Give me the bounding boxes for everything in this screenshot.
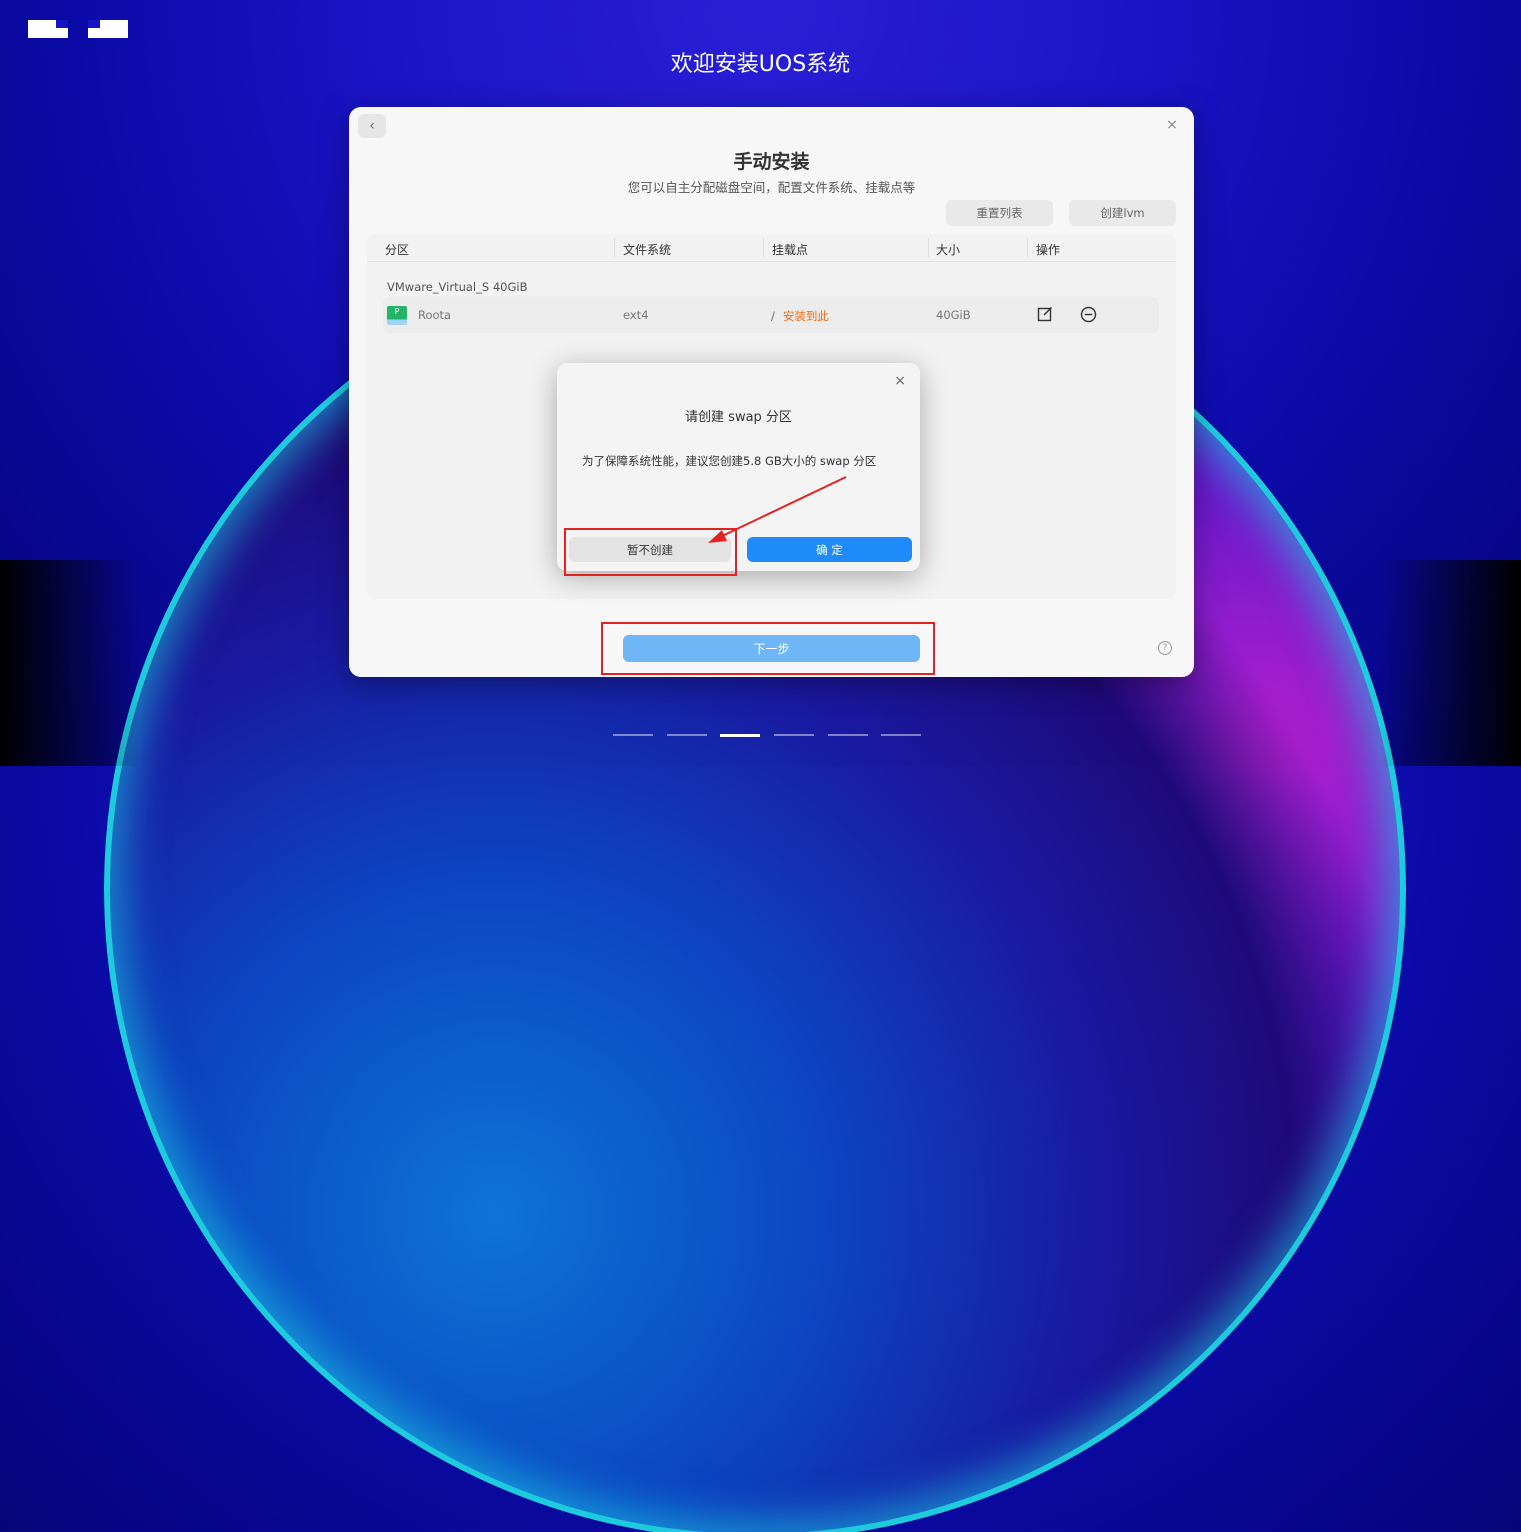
progress-step-current: [720, 734, 760, 737]
column-divider: [1027, 238, 1028, 257]
dialog-title: 请创建 swap 分区: [685, 410, 792, 425]
column-divider: [928, 238, 929, 257]
page-subtitle: 您可以自主分配磁盘空间，配置文件系统、挂载点等: [627, 180, 916, 195]
edit-icon[interactable]: [1037, 306, 1053, 322]
close-button[interactable]: ×: [1162, 115, 1182, 135]
progress-step: [774, 734, 814, 736]
dialog-message: 为了保障系统性能，建议您创建5.8 GB大小的 swap 分区: [582, 454, 877, 468]
page-title: 手动安装: [733, 151, 810, 173]
background-shade-left: [0, 560, 140, 766]
partition-icon: P: [387, 306, 407, 325]
progress-step: [881, 734, 921, 736]
logo-block-left: [28, 20, 68, 38]
uos-logo: [28, 20, 128, 38]
help-icon[interactable]: ?: [1158, 641, 1172, 655]
progress-indicator: [613, 734, 923, 737]
close-icon: ×: [1166, 117, 1178, 133]
welcome-title: 欢迎安装UOS系统: [670, 52, 851, 77]
partition-name: Roota: [418, 308, 452, 322]
partition-filesystem: ext4: [623, 308, 649, 322]
progress-step: [667, 734, 707, 736]
background-shade-right: [1381, 560, 1521, 766]
column-header-filesystem: 文件系统: [623, 243, 672, 257]
partition-mountpoint: / 安装到此: [771, 308, 829, 324]
create-lvm-button[interactable]: 创建lvm: [1069, 200, 1176, 226]
annotation-box-skip: [564, 528, 737, 576]
disk-label: VMware_Virtual_S 40GiB: [387, 280, 528, 294]
column-header-actions: 操作: [1036, 243, 1061, 257]
partition-size: 40GiB: [936, 308, 971, 322]
remove-icon[interactable]: [1080, 306, 1097, 323]
progress-step: [828, 734, 868, 736]
annotation-box-next: [601, 622, 935, 675]
logo-block-right: [88, 20, 128, 38]
install-here-label: 安装到此: [782, 309, 829, 323]
chevron-left-icon: ‹: [369, 118, 375, 134]
progress-step: [613, 734, 653, 736]
column-header-partition: 分区: [385, 243, 410, 257]
confirm-button[interactable]: 确 定: [747, 537, 912, 562]
column-divider: [763, 238, 764, 257]
column-header-mountpoint: 挂载点: [772, 243, 809, 257]
table-row[interactable]: P Roota ext4 / 安装到此 40GiB: [383, 297, 1159, 333]
column-header-size: 大小: [936, 243, 961, 257]
mountpoint-path: /: [771, 309, 775, 323]
table-header: 分区 文件系统 挂载点 大小 操作: [367, 234, 1176, 262]
column-divider: [614, 238, 615, 257]
back-button[interactable]: ‹: [358, 114, 386, 138]
dialog-close-icon[interactable]: ×: [894, 373, 906, 389]
partition-icon-letter: P: [394, 307, 400, 316]
reset-list-button[interactable]: 重置列表: [946, 200, 1053, 226]
